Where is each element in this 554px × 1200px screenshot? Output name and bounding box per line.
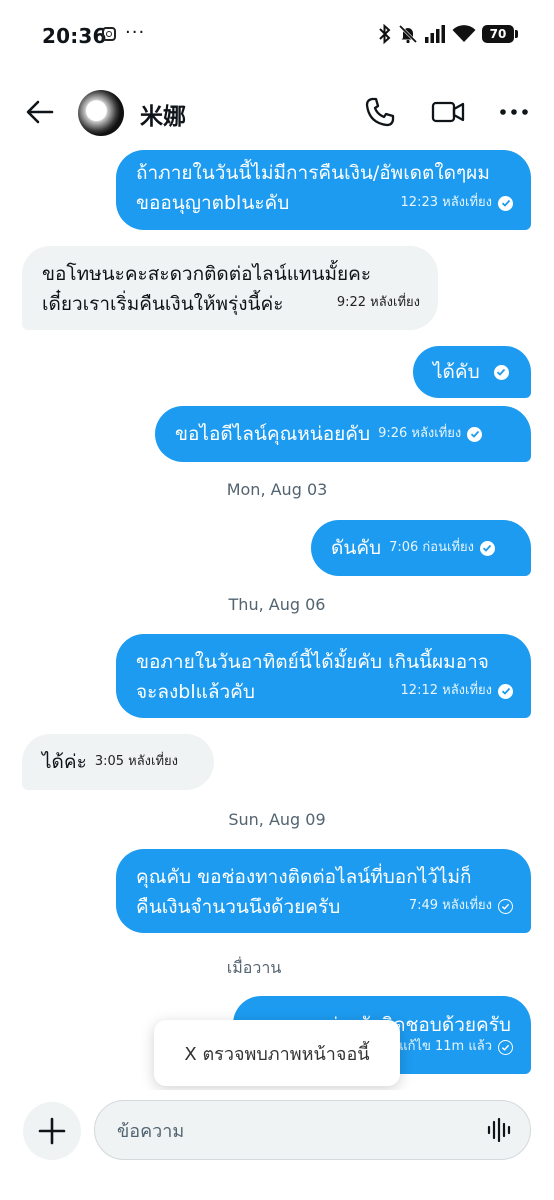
instagram-notification-icon bbox=[102, 27, 116, 41]
add-attachment-button[interactable] bbox=[23, 1102, 81, 1160]
date-separator: Thu, Aug 06 bbox=[228, 595, 326, 614]
message-meta: แก้ไข 11m แล้ว bbox=[399, 1032, 513, 1062]
read-check-icon bbox=[493, 364, 509, 380]
system-icons: 70 bbox=[378, 24, 518, 44]
message-time: 9:26 หลังเที่ยง bbox=[378, 426, 462, 441]
video-call-icon[interactable] bbox=[431, 96, 465, 128]
back-arrow-icon[interactable] bbox=[24, 96, 56, 128]
read-check-icon bbox=[498, 683, 513, 699]
read-check-icon bbox=[498, 195, 513, 211]
message-list[interactable]: ถ้าภายในวันนี้ไม่มีการคืนเงิน/อัพเดตใดๆผ… bbox=[0, 140, 554, 1085]
message-bubble-outgoing[interactable]: คุณคับ ขอช่องทางติดต่อไลน์ที่บอกไว้ไม่ก็… bbox=[116, 849, 531, 933]
message-text: ถ้าภายในวันนี้ไม่มีการคืนเงิน/อัพเดตใดๆผ… bbox=[136, 162, 490, 184]
conversation-header: 米娜 bbox=[0, 82, 554, 142]
read-check-icon bbox=[479, 540, 495, 556]
message-time: 12:23 หลังเที่ยง bbox=[400, 195, 492, 210]
screenshot-detected-toast: X ตรวจพบภาพหน้าจอนี้ bbox=[154, 1020, 400, 1086]
wifi-icon bbox=[452, 25, 476, 42]
message-time: 9:22 หลังเที่ยง bbox=[336, 295, 420, 310]
message-time: 7:49 หลังเที่ยง bbox=[408, 898, 492, 913]
message-meta: 7:49 หลังเที่ยง bbox=[409, 891, 513, 921]
message-meta: 12:23 หลังเที่ยง bbox=[401, 188, 513, 218]
message-input-placeholder: ข้อความ bbox=[117, 1120, 185, 1142]
message-time: 12:12 หลังเที่ยง bbox=[400, 683, 492, 698]
message-edited: แก้ไข 11m แล้ว bbox=[399, 1039, 492, 1054]
message-time: 3:05 หลังเที่ยง bbox=[94, 754, 178, 769]
date-separator: Mon, Aug 03 bbox=[226, 480, 328, 499]
message-input[interactable]: ข้อความ bbox=[94, 1100, 531, 1160]
message-meta: 9:26 หลังเที่ยง bbox=[378, 419, 483, 449]
message-time: 7:06 ก่อนเที่ยง bbox=[389, 540, 474, 555]
message-bubble-incoming[interactable]: ได้ค่ะ 3:05 หลังเที่ยง bbox=[22, 734, 214, 790]
message-composer: ข้อความ bbox=[0, 1090, 554, 1200]
sent-check-icon bbox=[498, 1039, 513, 1055]
message-bubble-outgoing[interactable]: ถ้าภายในวันนี้ไม่มีการคืนเงิน/อัพเดตใดๆผ… bbox=[116, 150, 531, 230]
message-bubble-outgoing[interactable]: ดันคับ 7:06 ก่อนเที่ยง bbox=[311, 520, 531, 576]
message-bubble-incoming[interactable]: ขอโทษนะคะสะดวกติดต่อไลน์แทนมั้ยคะ เดี๋ยว… bbox=[22, 246, 438, 330]
message-text: ขอภายในวันอาทิตย์นี้ได้มั้ยคับ เกินนี้ผม… bbox=[136, 651, 489, 673]
message-meta bbox=[493, 364, 509, 380]
plus-icon bbox=[38, 1117, 66, 1145]
message-text: คุณคับ ขอช่องทางติดต่อไลน์ที่บอกไว้ไม่ก็ bbox=[136, 866, 472, 888]
message-meta: 3:05 หลังเที่ยง bbox=[95, 747, 178, 777]
message-meta: 12:12 หลังเที่ยง bbox=[401, 676, 513, 706]
sent-check-icon bbox=[498, 898, 513, 914]
message-text: ได้ค่ะ bbox=[42, 751, 87, 773]
message-bubble-outgoing[interactable]: ขอไอดีไลน์คุณหน่อยคับ 9:26 หลังเที่ยง bbox=[155, 406, 531, 462]
signal-icon bbox=[425, 25, 445, 43]
status-bar: 20:36 ··· 70 bbox=[0, 0, 554, 72]
status-time: 20:36 bbox=[42, 24, 107, 48]
message-bubble-outgoing[interactable]: ขอภายในวันอาทิตย์นี้ได้มั้ยคับ เกินนี้ผม… bbox=[116, 634, 531, 718]
message-meta: 7:06 ก่อนเที่ยง bbox=[389, 533, 495, 563]
date-separator: Sun, Aug 09 bbox=[228, 810, 326, 829]
mute-bell-icon bbox=[398, 24, 418, 44]
more-notifications-indicator: ··· bbox=[125, 22, 146, 43]
message-text: ขอไอดีไลน์คุณหน่อยคับ bbox=[175, 423, 371, 445]
message-text: ดันคับ bbox=[331, 537, 382, 559]
phone-call-icon[interactable] bbox=[364, 96, 396, 128]
message-text: ได้คับ bbox=[433, 361, 480, 383]
contact-name[interactable]: 米娜 bbox=[140, 97, 186, 131]
read-check-icon bbox=[467, 426, 483, 442]
date-separator: เมื่อวาน bbox=[226, 958, 282, 977]
message-bubble-outgoing[interactable]: ได้คับ bbox=[413, 346, 531, 398]
avatar[interactable] bbox=[78, 90, 124, 136]
message-text: ขอโทษนะคะสะดวกติดต่อไลน์แทนมั้ยคะ bbox=[42, 263, 372, 285]
message-meta: 9:22 หลังเที่ยง bbox=[337, 288, 420, 318]
voice-message-icon[interactable] bbox=[486, 1118, 514, 1142]
more-options-icon[interactable] bbox=[498, 96, 530, 128]
battery-icon: 70 bbox=[482, 25, 518, 43]
bluetooth-icon bbox=[379, 24, 391, 44]
